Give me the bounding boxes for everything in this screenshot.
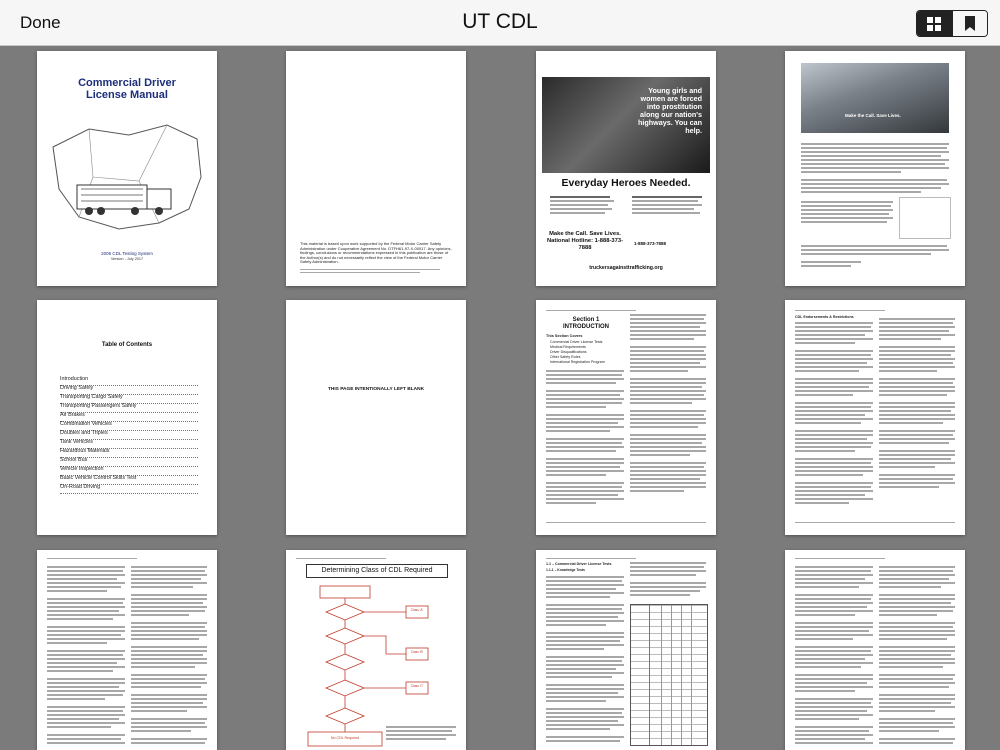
page-thumbnail-2[interactable]: This material is based upon work support…	[286, 51, 466, 286]
section-label: Section 1	[572, 317, 600, 323]
page-thumbnail-1[interactable]: Commercial Driver License Manual 2005 CD…	[37, 51, 217, 286]
toolbar: Done UT CDL	[0, 0, 1000, 46]
photo-banner: Make the Call. Save Lives.	[845, 113, 901, 118]
bookmark-icon	[964, 16, 975, 31]
cover-map-illustration	[52, 124, 202, 230]
class-c-label: Class 'C'	[410, 684, 424, 688]
poster-slogan: Everyday Heroes Needed.	[561, 177, 691, 189]
class-b-label: Class 'B'	[410, 650, 424, 654]
page-thumbnail-9[interactable]	[37, 550, 217, 750]
section-1-1-heading: 1.1 – Commercial Driver License Tests	[546, 562, 612, 566]
view-mode-control[interactable]	[916, 10, 988, 37]
cover-footer-2: Version - July 2017	[110, 257, 144, 261]
flowchart-title: Determining Class of CDL Required	[306, 564, 448, 578]
page-thumbnail-6[interactable]: THIS PAGE INTENTIONALLY LEFT BLANK	[286, 300, 466, 535]
section-heading: INTRODUCTION	[563, 324, 609, 330]
poster-call: Make the Call. Save Lives. National Hotl…	[546, 231, 624, 251]
section-bullet: Other Safety Rules	[550, 355, 581, 359]
truck-driver-photo	[801, 63, 949, 133]
grid-icon	[927, 16, 942, 31]
page-thumbnail-4[interactable]: Make the Call. Save Lives.	[785, 51, 965, 286]
page-thumbnail-12[interactable]	[785, 550, 965, 750]
cover-title: Commercial Driver License Manual	[78, 77, 176, 101]
document-title: UT CDL	[462, 10, 538, 33]
toc-title: Table of Contents	[101, 342, 153, 348]
poster-phone: 1-888-373-7888	[634, 241, 667, 246]
section-bullet: Driver Disqualifications	[550, 350, 587, 354]
page-thumbnail-5[interactable]: Table of Contents Introduction Driving S…	[37, 300, 217, 535]
page-thumbnail-8[interactable]: CDL Endorsements & Restrictions	[785, 300, 965, 535]
section-subheading: This Section Covers	[546, 334, 583, 338]
blank-page-notice: THIS PAGE INTENTIONALLY LEFT BLANK	[327, 387, 425, 392]
page-thumbnail-10[interactable]: Determining Class of CDL Required Class …	[286, 550, 466, 750]
page-thumbnail-7[interactable]: Section 1 INTRODUCTION This Section Cove…	[536, 300, 716, 535]
section-bullet: International Registration Program	[550, 360, 605, 364]
knowledge-tests-heading: 1.1.1 – Knowledge Tests	[546, 568, 585, 572]
grid-view-button[interactable]	[917, 11, 952, 36]
page-thumbnail-3[interactable]: Young girls and women are forced into pr…	[536, 51, 716, 286]
no-cdl-label: No CDL Required	[330, 736, 360, 740]
endorsements-heading: CDL Endorsements & Restrictions	[795, 315, 854, 319]
endorsement-table	[630, 604, 708, 746]
class-a-label: Class 'A'	[410, 608, 424, 612]
cover-footer-1: 2005 CDL Testing System	[101, 251, 153, 256]
poster-website: truckersagainsttrafficking.org	[589, 265, 663, 271]
page-thumbnail-11[interactable]: 1.1 – Commercial Driver License Tests 1.…	[536, 550, 716, 750]
section-bullet: Commercial Driver License Tests	[550, 340, 603, 344]
inset-box	[899, 197, 951, 239]
support-notice: This material is based upon work support…	[300, 241, 452, 265]
section-bullet: Medical Requirements	[550, 345, 586, 349]
toc-entry[interactable]: On-Road Driving	[60, 484, 198, 494]
poster-text: Young girls and women are forced into pr…	[637, 86, 702, 135]
flowchart-diagram	[307, 585, 429, 747]
bookmarks-view-button[interactable]	[951, 11, 987, 36]
